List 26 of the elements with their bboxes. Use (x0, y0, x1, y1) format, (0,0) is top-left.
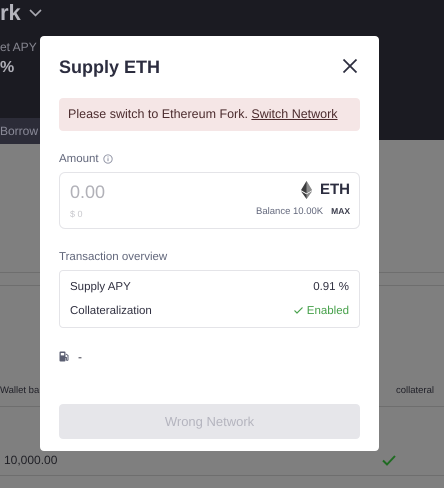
overview-label: Collateralization (70, 304, 152, 319)
overview-title: Transaction overview (59, 250, 168, 264)
wallet-balance: 10,000.00 (4, 452, 58, 470)
gas-pump-icon (59, 351, 70, 362)
status-value: Enabled (306, 304, 349, 319)
amount-label: Amount (59, 152, 99, 167)
close-button[interactable] (342, 58, 360, 76)
overview-label: Supply APY (70, 280, 131, 295)
amount-field[interactable]: 0.00 $ 0 ETH Balance 10.00K MAX (59, 172, 360, 228)
switch-network-link[interactable]: Switch Network (251, 107, 338, 121)
network-alert: Please switch to Ethereum Fork. Switch Network (59, 98, 360, 131)
column-header: Wallet ba (0, 384, 40, 398)
chevron-down-icon[interactable] (28, 9, 42, 17)
overview-value: 0.91 % (313, 280, 349, 295)
modal-title: Supply ETH (59, 56, 160, 78)
eth-icon (301, 181, 312, 200)
gas-value: - (78, 348, 82, 366)
max-button[interactable]: MAX (331, 205, 350, 218)
balance-text: Balance 10.00K (256, 204, 324, 218)
column-header: collateral (396, 384, 434, 398)
header-title: rk (0, 0, 21, 26)
net-apy-value: % (0, 58, 14, 78)
usd-value: $ 0 (70, 208, 84, 221)
info-icon (102, 154, 113, 164)
token-symbol: ETH (320, 180, 350, 200)
net-apy-label: et APY (0, 39, 37, 56)
